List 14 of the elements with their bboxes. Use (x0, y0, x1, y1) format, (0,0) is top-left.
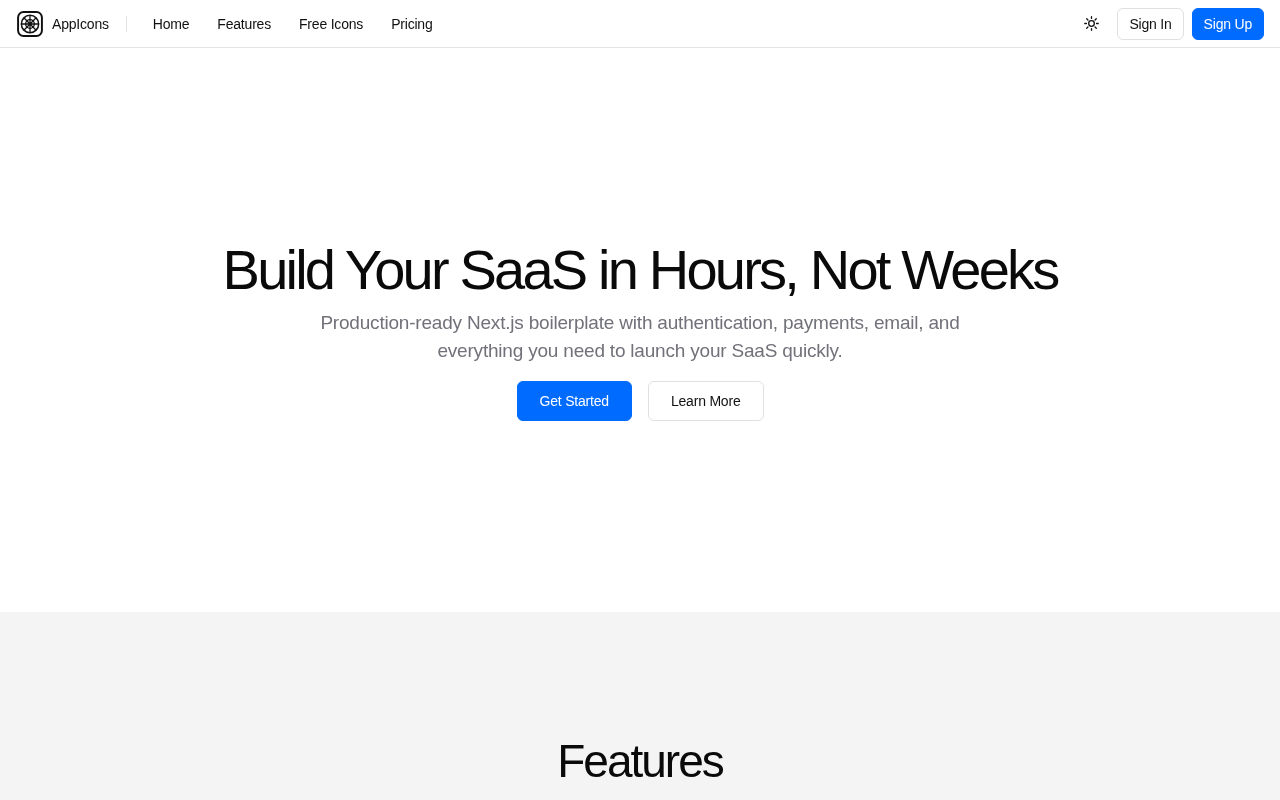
nav-link[interactable]: Pricing (391, 15, 433, 32)
sign-up-button[interactable]: Sign Up (1191, 7, 1264, 40)
nav-link[interactable]: Features (217, 15, 271, 32)
secondary-cta-button[interactable]: Learn More (647, 380, 764, 421)
hero-title: Build Your SaaS in Hours, Not Weeks (222, 239, 1058, 301)
section-heading: Features (557, 736, 723, 787)
nav-link[interactable]: Free Icons (299, 15, 364, 32)
sun-icon (1083, 16, 1099, 31)
logo-icon (17, 10, 43, 37)
primary-cta-button[interactable]: Get Started (516, 380, 632, 421)
hero-subtitle: Production-ready Next.js boilerplate with authentication, payments, email, and everything you need to launch your SaaS quickly. (319, 310, 961, 363)
nav-link[interactable]: Home (152, 15, 190, 32)
brand-link[interactable]: AppIcons (17, 10, 109, 37)
sign-in-button[interactable]: Sign In (1117, 7, 1184, 40)
